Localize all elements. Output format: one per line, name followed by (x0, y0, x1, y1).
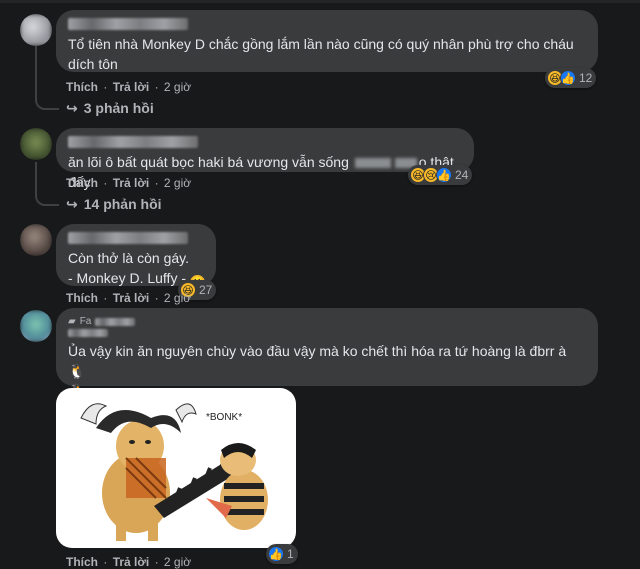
bonk-text: *BONK* (206, 412, 242, 423)
stripe-shape (224, 483, 264, 489)
reaction-count: 27 (199, 283, 213, 297)
comment-text-line1: Còn thở là còn gáy. (68, 250, 189, 266)
separator: · (154, 176, 159, 190)
view-replies-link[interactable]: ↪ 3 phản hồi (66, 100, 154, 117)
reply-button[interactable]: Trả lời (113, 176, 150, 190)
commenter-name[interactable] (68, 232, 188, 244)
dog-leg-shape (116, 523, 126, 541)
like-button[interactable]: Thích (66, 80, 98, 94)
avatar[interactable] (20, 224, 52, 256)
top-divider (0, 0, 640, 3)
badge-label: Fa (79, 316, 92, 327)
comment-actions: Thích · Trả lời · 2 giờ (66, 291, 191, 305)
avatar[interactable] (20, 128, 52, 160)
like-icon: 👍 (436, 167, 452, 183)
comment-bubble: Tổ tiên nhà Monkey D chắc gồng lắm lần n… (56, 10, 598, 72)
thread-connector (35, 192, 59, 206)
dog-leg-shape (148, 523, 158, 541)
reaction-summary[interactable]: 👍 1 (266, 544, 298, 564)
comment-actions: Thích · Trả lời · 2 giờ (66, 80, 191, 94)
view-replies-link[interactable]: ↪ 14 phản hồi (66, 196, 162, 213)
like-icon: 👍 (268, 546, 284, 562)
avatar[interactable] (20, 14, 52, 46)
reply-arrow-icon: ↪ (66, 196, 78, 212)
dog-eye-shape (129, 440, 135, 444)
meme-illustration: *BONK* (80, 403, 268, 541)
comment-actions: Thích · Trả lời · 2 giờ (66, 176, 191, 190)
separator: · (154, 555, 159, 569)
separator: · (103, 291, 108, 305)
reaction-summary[interactable]: 😆 😢 👍 24 (408, 165, 473, 185)
stripe-shape (224, 496, 264, 502)
timestamp[interactable]: 2 giờ (164, 291, 191, 305)
thread-connector (35, 96, 59, 110)
replies-label: 14 phản hồi (83, 196, 162, 212)
badge-icon: ▰ (68, 316, 76, 327)
penguin-emoji-icon: 🐧 (68, 363, 86, 379)
thread-line (35, 46, 37, 100)
reply-button[interactable]: Trả lời (113, 80, 150, 94)
avatar[interactable] (20, 310, 52, 342)
top-fan-badge: ▰ Fa (68, 316, 586, 327)
timestamp[interactable]: 2 giờ (164, 555, 191, 569)
replies-label: 3 phản hồi (83, 100, 154, 116)
redacted-text (354, 158, 391, 169)
like-button[interactable]: Thích (66, 291, 98, 305)
comment-bubble: ▰ Fa Ủa vậy kin ăn nguyên chùy vào đầu v… (56, 308, 598, 399)
comment-bubble: Còn thở là còn gáy. - Monkey D. Luffy - … (56, 224, 216, 290)
horn-shape (175, 403, 197, 424)
dog-eye-shape (145, 440, 151, 444)
separator: · (154, 291, 159, 305)
reply-arrow-icon: ↪ (66, 100, 78, 116)
reply-button[interactable]: Trả lời (113, 555, 150, 569)
like-button[interactable]: Thích (66, 555, 98, 569)
commenter-name[interactable] (68, 18, 188, 30)
commenter-name[interactable] (68, 136, 198, 148)
separator: · (103, 80, 108, 94)
comment-text: Tổ tiên nhà Monkey D chắc gồng lắm lần n… (68, 36, 574, 72)
timestamp[interactable]: 2 giờ (164, 80, 191, 94)
comment-actions: Thích · Trả lời · 2 giờ (66, 555, 191, 569)
reaction-count: 12 (579, 71, 593, 85)
separator: · (154, 80, 159, 94)
reaction-summary[interactable]: 😆 👍 12 (545, 68, 597, 88)
reaction-count: 24 (455, 168, 469, 182)
separator: · (103, 555, 108, 569)
badge-redacted (95, 317, 136, 326)
comment-text-part: - Monkey D. Luffy - (68, 270, 187, 286)
like-icon: 👍 (560, 70, 576, 86)
like-button[interactable]: Thích (66, 176, 98, 190)
comment-image[interactable]: *BONK* (56, 388, 296, 548)
commenter-name[interactable] (68, 329, 108, 337)
reaction-count: 1 (287, 547, 294, 561)
reply-button[interactable]: Trả lời (113, 291, 150, 305)
timestamp[interactable]: 2 giờ (164, 176, 191, 190)
comment-bubble: ăn lõi ô bất quát bọc haki bá vương vẫn … (56, 128, 474, 190)
comment-text-part: ăn lõi ô bất quát bọc haki bá vương vẫn … (68, 154, 349, 170)
separator: · (103, 176, 108, 190)
thread-line (35, 162, 37, 196)
comment-text-part: Ủa vậy kin ăn nguyên chùy vào đầu vậy mà… (68, 343, 567, 359)
